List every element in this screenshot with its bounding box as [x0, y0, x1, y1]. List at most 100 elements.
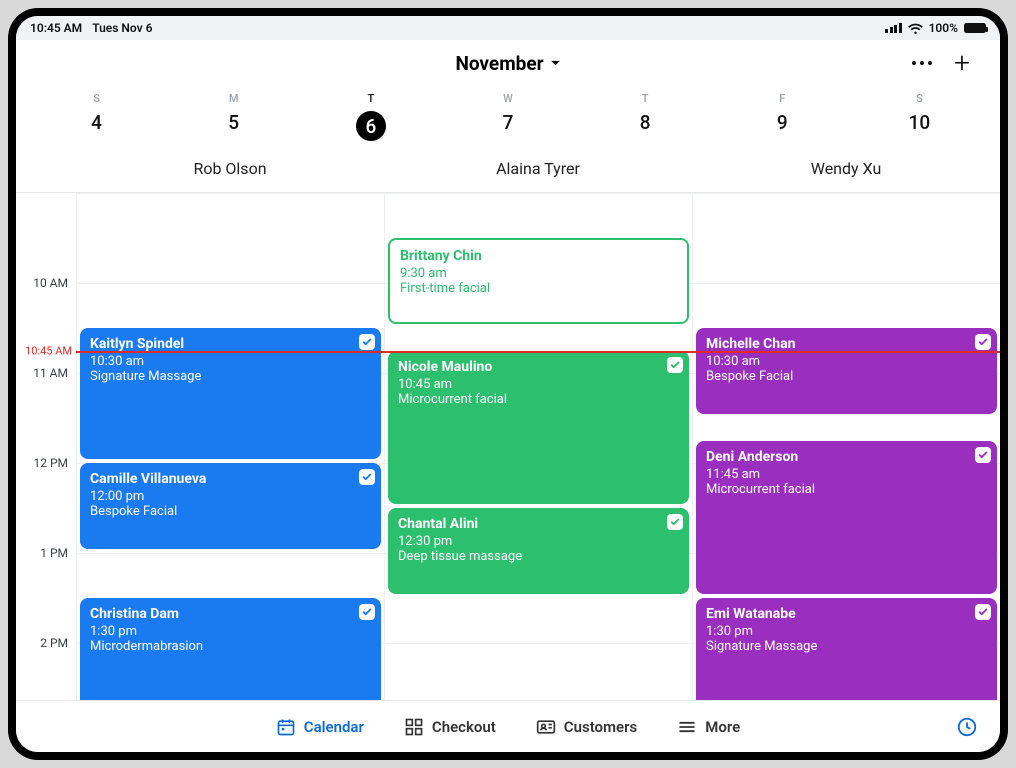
check-icon: [667, 514, 683, 530]
appointment-card[interactable]: Michelle Chan10:30 amBespoke Facial: [696, 328, 997, 414]
customers-icon: [536, 717, 556, 737]
status-bar: 10:45 AM Tues Nov 6 100%: [16, 16, 1000, 40]
check-icon: [667, 357, 683, 373]
add-button[interactable]: +: [954, 49, 970, 77]
status-date: Tues Nov 6: [92, 21, 152, 35]
check-icon: [359, 334, 375, 350]
month-label: November: [455, 52, 543, 75]
appointment-service: Deep tissue massage: [398, 549, 679, 564]
now-indicator: [76, 351, 1000, 353]
day-column[interactable]: F9: [714, 88, 851, 151]
appointment-time: 1:30 pm: [706, 624, 987, 639]
day-number: 10: [851, 111, 988, 134]
bottom-nav: Calendar Checkout Customers More: [16, 700, 1000, 752]
nav-calendar[interactable]: Calendar: [276, 717, 364, 737]
nav-checkout[interactable]: Checkout: [404, 717, 496, 737]
appointment-service: Microcurrent facial: [706, 482, 987, 497]
appointment-name: Chantal Alini: [398, 516, 679, 532]
appointment-name: Emi Watanabe: [706, 606, 987, 622]
week-row: S4M5T6W7T8F9S10: [16, 88, 1000, 151]
appointment-service: Microcurrent facial: [398, 392, 679, 407]
day-column[interactable]: M5: [165, 88, 302, 151]
nav-customers[interactable]: Customers: [536, 717, 637, 737]
appointment-time: 10:30 am: [706, 354, 987, 369]
appointment-name: Nicole Maulino: [398, 359, 679, 375]
day-letter: F: [714, 92, 851, 105]
appointment-time: 10:30 am: [90, 354, 371, 369]
staff-column-header[interactable]: Alaina Tyrer: [384, 151, 692, 192]
day-column[interactable]: T8: [577, 88, 714, 151]
staff-column-header[interactable]: Rob Olson: [76, 151, 384, 192]
top-bar: November +: [16, 40, 1000, 86]
menu-icon: [677, 717, 697, 737]
nav-label: More: [705, 718, 740, 736]
appointment-time: 11:45 am: [706, 467, 987, 482]
nav-more[interactable]: More: [677, 717, 740, 737]
tablet-frame: 10:45 AM Tues Nov 6 100% November: [8, 8, 1008, 760]
staff-column[interactable]: Michelle Chan10:30 amBespoke Facial Deni …: [692, 193, 1000, 700]
staff-column[interactable]: Kaitlyn Spindel10:30 amSignature Massage…: [76, 193, 384, 700]
day-column[interactable]: S4: [28, 88, 165, 151]
appointment-name: Deni Anderson: [706, 449, 987, 465]
time-label: 2 PM: [40, 636, 68, 650]
battery-icon: [964, 23, 986, 33]
day-letter: W: [439, 92, 576, 105]
screen: 10:45 AM Tues Nov 6 100% November: [16, 16, 1000, 752]
more-options-button[interactable]: [912, 61, 932, 65]
day-column[interactable]: W7: [439, 88, 576, 151]
appointment-time: 12:00 pm: [90, 489, 371, 504]
day-letter: S: [851, 92, 988, 105]
nav-label: Calendar: [304, 718, 364, 736]
check-icon: [975, 604, 991, 620]
appointment-card[interactable]: Camille Villanueva12:00 pmBespoke Facial: [80, 463, 381, 549]
wifi-icon: [908, 23, 923, 34]
appointment-service: Signature Massage: [90, 369, 371, 384]
day-number: 5: [165, 111, 302, 134]
staff-row: Rob Olson Alaina Tyrer Wendy Xu: [16, 151, 1000, 193]
time-label: 12 PM: [33, 456, 68, 470]
day-letter: S: [28, 92, 165, 105]
staff-column-header[interactable]: Wendy Xu: [692, 151, 1000, 192]
chevron-down-icon: [550, 60, 561, 67]
check-icon: [975, 447, 991, 463]
appointment-service: Signature Massage: [706, 639, 987, 654]
calendar-icon: [276, 717, 296, 737]
day-letter: T: [577, 92, 714, 105]
appointment-service: Bespoke Facial: [90, 504, 371, 519]
day-column[interactable]: T6: [302, 88, 439, 151]
nav-label: Customers: [564, 718, 637, 736]
appointment-time: 12:30 pm: [398, 534, 679, 549]
appointment-time: 1:30 pm: [90, 624, 371, 639]
check-icon: [975, 334, 991, 350]
appointment-card[interactable]: Emi Watanabe 1:30 pmSignature Massage: [696, 598, 997, 700]
status-time: 10:45 AM: [30, 21, 82, 35]
clock-button[interactable]: [956, 716, 978, 738]
day-number: 7: [439, 111, 576, 134]
appointment-card[interactable]: Nicole Maulino 10:45 amMicrocurrent facia…: [388, 351, 689, 505]
appointment-service: Microdermabrasion: [90, 639, 371, 654]
day-number: 6: [356, 111, 386, 141]
battery-pct: 100%: [929, 21, 958, 35]
day-number: 4: [28, 111, 165, 134]
appointment-service: Bespoke Facial: [706, 369, 987, 384]
appointment-name: Christina Dam: [90, 606, 371, 622]
appointment-card[interactable]: Deni Anderson 11:45 amMicrocurrent facial: [696, 441, 997, 595]
now-label: 10:45 AM: [25, 344, 72, 357]
appointment-service: First-time facial: [400, 281, 677, 296]
appointment-card[interactable]: Christina Dam 1:30 pmMicrodermabrasion: [80, 598, 381, 700]
appointment-card[interactable]: Kaitlyn Spindel10:30 amSignature Massage: [80, 328, 381, 459]
appointment-time: 10:45 am: [398, 377, 679, 392]
appointment-card[interactable]: Brittany Chin9:30 amFirst-time facial: [388, 238, 689, 324]
checkout-icon: [404, 717, 424, 737]
day-column[interactable]: S 10: [851, 88, 988, 151]
app-content: November + S4M5T6W7T8F9S10 Rob Olson Ala…: [16, 40, 1000, 752]
time-axis: 10 AM11 AM12 PM1 PM2 PM10:45 AM: [16, 193, 76, 700]
schedule-grid[interactable]: 10 AM11 AM12 PM1 PM2 PM10:45 AM Kaitlyn …: [16, 193, 1000, 700]
staff-column[interactable]: Brittany Chin9:30 amFirst-time facial Nic…: [384, 193, 692, 700]
appointment-card[interactable]: Chantal Alini 12:30 pmDeep tissue massage: [388, 508, 689, 594]
day-letter: M: [165, 92, 302, 105]
appointment-name: Brittany Chin: [400, 248, 677, 264]
check-icon: [359, 469, 375, 485]
time-label: 10 AM: [33, 276, 68, 290]
month-selector[interactable]: November: [455, 52, 560, 75]
